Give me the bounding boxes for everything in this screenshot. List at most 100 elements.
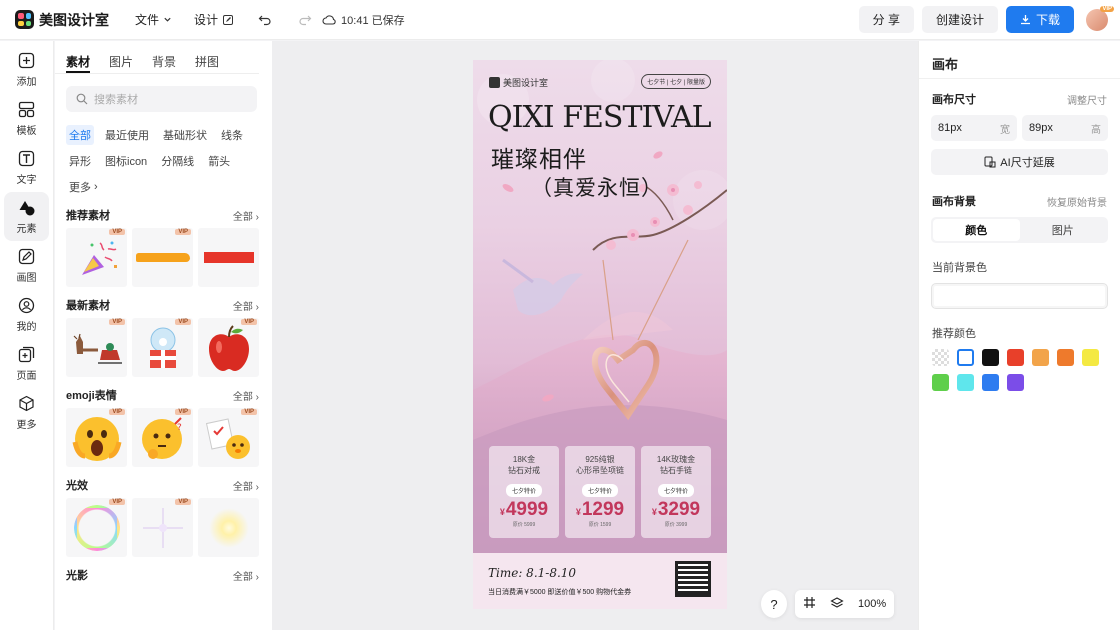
rail-item-text[interactable]: 文字 — [4, 143, 49, 192]
color-swatch[interactable] — [1057, 349, 1074, 366]
add-page-icon — [18, 346, 36, 364]
tab-collage[interactable]: 拼图 — [195, 53, 219, 73]
price-card: 14K玫瑰金 钻石手链 七夕特价 ¥3299 原价 3999 — [641, 446, 711, 538]
asset-emoji-shocked[interactable]: VIP — [66, 408, 127, 467]
asset-red-bar[interactable] — [198, 228, 259, 287]
poster-headline: 璀璨相伴 — [491, 147, 587, 173]
see-all-link[interactable]: 全部 › — [233, 298, 259, 313]
see-all-link[interactable]: 全部 › — [233, 568, 259, 583]
layers-icon[interactable] — [830, 596, 844, 613]
chip-lines[interactable]: 线条 — [218, 125, 246, 145]
grid-icon[interactable] — [803, 596, 816, 612]
chip-arrows[interactable]: 箭头 — [205, 151, 233, 171]
asset-party-popper[interactable]: VIP — [66, 228, 127, 287]
canvas-bg-label: 画布背景 — [932, 196, 976, 208]
cloud-icon — [322, 14, 336, 25]
bg-type-toggle: 颜色 图片 — [931, 217, 1108, 243]
design-menu[interactable]: 设计 — [194, 11, 234, 28]
current-bg-color[interactable] — [931, 283, 1108, 309]
tab-backgrounds[interactable]: 背景 — [152, 53, 176, 73]
current-bg-label: 当前背景色 — [932, 262, 987, 274]
color-swatch[interactable] — [1082, 349, 1099, 366]
top-bar: 美图设计室 文件 设计 10:41 已保存 分 享 创建设计 下载 VIP — [0, 0, 1120, 40]
poster-title: QIXI FESTIVAL — [488, 100, 712, 135]
properties-panel: 画布 画布尺寸 调整尺寸 81px 宽 89px 高 AI尺寸延展 画布背景 恢复原… — [918, 41, 1120, 630]
chip-recent[interactable]: 最近使用 — [102, 125, 152, 145]
color-swatch[interactable] — [1032, 349, 1049, 366]
chip-more[interactable]: 更多 › — [66, 177, 101, 197]
shapes-icon — [18, 199, 36, 217]
chip-dividers[interactable]: 分隔线 — [158, 151, 197, 171]
height-field[interactable]: 89px 高 — [1022, 115, 1108, 141]
redo-icon[interactable] — [296, 11, 314, 29]
asset-sleigh[interactable]: VIP — [66, 318, 127, 377]
see-all-link[interactable]: 全部 › — [233, 208, 259, 223]
poster-subheadline: （真爱永恒） — [531, 176, 663, 200]
asset-glow-light[interactable] — [198, 498, 259, 557]
rail-item-templates[interactable]: 模板 — [4, 94, 49, 143]
section-title: 最新素材 — [66, 300, 110, 312]
user-icon — [18, 297, 36, 315]
see-all-link[interactable]: 全部 › — [233, 478, 259, 493]
help-icon: ? — [770, 596, 778, 612]
rail-item-more[interactable]: 更多 — [4, 388, 49, 437]
chip-basic-shapes[interactable]: 基础形状 — [160, 125, 210, 145]
tab-color[interactable]: 颜色 — [933, 219, 1020, 241]
file-menu[interactable]: 文件 — [135, 11, 172, 28]
color-swatch[interactable] — [932, 349, 949, 366]
chip-all[interactable]: 全部 — [66, 125, 94, 145]
color-swatch[interactable] — [957, 349, 974, 366]
share-button[interactable]: 分 享 — [858, 6, 914, 33]
rail-item-draw[interactable]: 画图 — [4, 241, 49, 290]
asset-snow-globe-gift[interactable]: VIP — [132, 318, 193, 377]
color-swatch[interactable] — [932, 374, 949, 391]
rail-item-mine[interactable]: 我的 — [4, 290, 49, 339]
asset-yellow-brush[interactable]: VIP — [132, 228, 193, 287]
chip-irregular[interactable]: 异形 — [66, 151, 94, 171]
rail-item-add[interactable]: 添加 — [4, 45, 49, 94]
color-swatch[interactable] — [982, 374, 999, 391]
asset-emoji-checklist[interactable]: VIP — [198, 408, 259, 467]
chip-icons[interactable]: 图标icon — [102, 151, 150, 171]
app-logo[interactable]: 美图设计室 — [15, 10, 109, 30]
rail-item-elements[interactable]: 元素 — [4, 192, 49, 241]
avatar[interactable]: VIP — [1086, 5, 1114, 31]
see-all-link[interactable]: 全部 › — [233, 388, 259, 403]
vip-badge: VIP — [175, 409, 191, 415]
ai-extend-button[interactable]: AI尺寸延展 — [931, 149, 1108, 175]
resize-link[interactable]: 调整尺寸 — [1067, 92, 1107, 107]
draw-icon — [18, 248, 36, 266]
download-button[interactable]: 下载 — [1005, 6, 1074, 33]
width-field[interactable]: 81px 宽 — [931, 115, 1017, 141]
cube-icon — [18, 395, 36, 413]
rail-item-pages[interactable]: 页面 — [4, 339, 49, 388]
restore-bg-link[interactable]: 恢复原始背景 — [1047, 194, 1107, 209]
poster-canvas[interactable]: 美图设计室 七夕节 | 七夕 | 限量版 QIXI FESTIVAL 璀璨相伴 … — [473, 60, 727, 609]
vip-badge: VIP — [109, 319, 125, 325]
tab-image[interactable]: 图片 — [1020, 219, 1107, 241]
color-swatch[interactable] — [982, 349, 999, 366]
color-swatch[interactable] — [1007, 374, 1024, 391]
text-icon — [18, 150, 36, 168]
create-design-button[interactable]: 创建设计 — [921, 6, 998, 33]
search-input[interactable]: 搜索素材 — [66, 86, 257, 112]
tab-materials[interactable]: 素材 — [66, 53, 91, 73]
tab-images[interactable]: 图片 — [109, 53, 133, 73]
color-swatch[interactable] — [1007, 349, 1024, 366]
vip-badge: VIP — [109, 499, 125, 505]
poster-time: Time: 8.1-8.10 — [488, 566, 577, 580]
asset-red-apple[interactable]: VIP — [198, 318, 259, 377]
plus-square-icon — [18, 52, 36, 70]
color-swatch[interactable] — [957, 374, 974, 391]
asset-emoji-thinking[interactable]: VIP ? — [132, 408, 193, 467]
undo-icon[interactable] — [256, 11, 274, 29]
panel-title: 画布 — [919, 41, 1120, 79]
edit-icon — [223, 14, 234, 25]
section-title: 光影 — [66, 570, 88, 582]
search-icon — [76, 93, 88, 105]
asset-bubble-light[interactable]: VIP — [66, 498, 127, 557]
help-button[interactable]: ? — [761, 590, 787, 618]
asset-sparkle-light[interactable]: VIP — [132, 498, 193, 557]
zoom-level[interactable]: 100% — [858, 598, 886, 610]
vip-badge: VIP — [1100, 5, 1114, 12]
